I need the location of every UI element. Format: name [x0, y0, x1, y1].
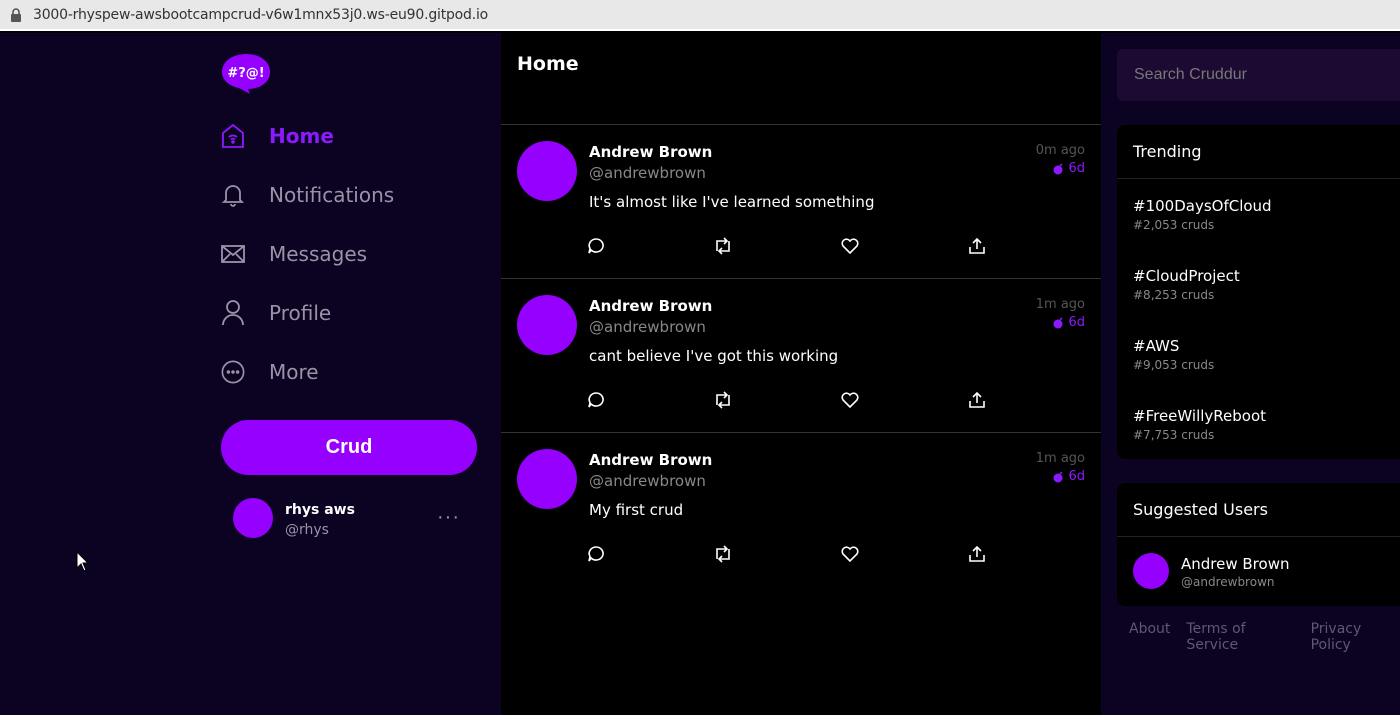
search-input[interactable]	[1117, 49, 1400, 101]
repost-icon[interactable]	[712, 235, 734, 257]
trending-item[interactable]: #CloudProject #8,253 cruds	[1133, 267, 1240, 302]
trending-tag[interactable]: #CloudProject	[1133, 267, 1240, 285]
activity-display-name[interactable]: Andrew Brown	[589, 143, 712, 161]
footer-link-terms[interactable]: Terms of Service	[1186, 621, 1294, 653]
trending-count: #2,053 cruds	[1133, 218, 1215, 232]
current-user-card[interactable]: rhys aws @rhys ···	[233, 498, 463, 540]
repost-icon[interactable]	[712, 543, 734, 565]
activity-time-ago: 1m ago	[1035, 297, 1085, 312]
activity-message: It's almost like I've learned something	[589, 193, 875, 211]
reply-icon[interactable]	[585, 543, 607, 565]
main-feed: Home Andrew Brown @andrewbrown It's almo…	[501, 33, 1101, 715]
activity-expires: 6d	[1052, 469, 1085, 484]
left-sidebar: #?@! Home Notifications Messages Profile…	[0, 33, 501, 715]
avatar[interactable]	[1133, 553, 1169, 589]
trending-tag[interactable]: #FreeWillyReboot	[1133, 407, 1266, 425]
home-icon	[221, 123, 245, 148]
activity-handle[interactable]: @andrewbrown	[589, 318, 706, 336]
activity-expires-label: 6d	[1068, 469, 1085, 484]
bomb-icon	[1053, 316, 1063, 328]
nav-label-messages: Messages	[269, 242, 368, 266]
reply-icon[interactable]	[585, 389, 607, 411]
activity-item[interactable]: Andrew Brown @andrewbrown My first crud …	[501, 433, 1101, 587]
current-user-name: rhys aws	[285, 502, 355, 518]
footer-link-privacy[interactable]: Privacy Policy	[1311, 621, 1400, 653]
avatar[interactable]	[517, 295, 577, 355]
footer-link-about[interactable]: About	[1129, 621, 1170, 653]
trending-tag[interactable]: #AWS	[1133, 337, 1214, 355]
browser-address-bar[interactable]: 3000-rhyspew-awsbootcampcrud-v6w1mnx53j0…	[0, 0, 1400, 31]
suggested-user-handle: @andrewbrown	[1181, 575, 1275, 589]
activity-time-ago: 0m ago	[1035, 143, 1085, 158]
person-icon	[221, 300, 245, 326]
logo-text: #?@!	[227, 66, 264, 81]
like-icon[interactable]	[839, 389, 861, 411]
trending-item[interactable]: #FreeWillyReboot #7,753 cruds	[1133, 407, 1266, 442]
user-menu-button[interactable]: ···	[437, 506, 460, 529]
trending-item[interactable]: #100DaysOfCloud #2,053 cruds	[1133, 197, 1272, 232]
suggested-users-box: Suggested Users Andrew Brown @andrewbrow…	[1117, 483, 1400, 606]
activity-expires: 6d	[1052, 161, 1085, 176]
crud-button[interactable]: Crud	[221, 420, 477, 475]
nav-item-more[interactable]: More	[221, 352, 319, 392]
lock-icon	[11, 8, 21, 22]
like-icon[interactable]	[839, 543, 861, 565]
trending-item[interactable]: #AWS #9,053 cruds	[1133, 337, 1214, 372]
cruddur-logo[interactable]: #?@!	[221, 53, 271, 95]
envelope-icon	[221, 242, 245, 266]
trending-count: #7,753 cruds	[1133, 428, 1215, 442]
share-icon[interactable]	[966, 235, 988, 257]
activity-handle[interactable]: @andrewbrown	[589, 164, 706, 182]
bomb-icon	[1053, 162, 1063, 174]
activity-display-name[interactable]: Andrew Brown	[589, 451, 712, 469]
activity-time-ago: 1m ago	[1035, 451, 1085, 466]
page-title: Home	[517, 53, 579, 75]
trending-title: Trending	[1117, 125, 1400, 179]
activity-actions	[585, 235, 985, 257]
activity-display-name[interactable]: Andrew Brown	[589, 297, 712, 315]
footer-links: About Terms of Service Privacy Policy	[1129, 621, 1400, 653]
activity-expires: 6d	[1052, 315, 1085, 330]
trending-count: #9,053 cruds	[1133, 358, 1215, 372]
nav-item-home[interactable]: Home	[221, 116, 334, 156]
nav-label-home: Home	[269, 124, 334, 148]
nav-item-notifications[interactable]: Notifications	[221, 175, 394, 215]
bell-icon	[221, 183, 245, 207]
nav-label-notifications: Notifications	[269, 183, 395, 207]
activity-actions	[585, 389, 985, 411]
suggested-users-title: Suggested Users	[1117, 483, 1400, 537]
nav-item-profile[interactable]: Profile	[221, 293, 331, 333]
current-user-handle: @rhys	[285, 522, 329, 538]
like-icon[interactable]	[839, 235, 861, 257]
activity-expires-label: 6d	[1068, 315, 1085, 330]
suggested-user-name[interactable]: Andrew Brown	[1181, 555, 1289, 573]
activity-actions	[585, 543, 985, 565]
share-icon[interactable]	[966, 543, 988, 565]
avatar[interactable]	[517, 141, 577, 201]
mouse-cursor-icon	[76, 551, 90, 572]
bomb-icon	[1053, 470, 1063, 482]
activity-item[interactable]: Andrew Brown @andrewbrown cant believe I…	[501, 279, 1101, 433]
repost-icon[interactable]	[712, 389, 734, 411]
trending-count: #8,253 cruds	[1133, 288, 1215, 302]
nav-label-profile: Profile	[269, 301, 332, 325]
nav-label-more: More	[269, 360, 319, 384]
trending-tag[interactable]: #100DaysOfCloud	[1133, 197, 1272, 215]
reply-icon[interactable]	[585, 235, 607, 257]
avatar[interactable]	[517, 449, 577, 509]
right-sidebar: Trending #100DaysOfCloud #2,053 cruds #C…	[1101, 33, 1400, 715]
activity-message: My first crud	[589, 501, 684, 519]
share-icon[interactable]	[966, 389, 988, 411]
avatar	[233, 498, 273, 538]
browser-url[interactable]: 3000-rhyspew-awsbootcampcrud-v6w1mnx53j0…	[33, 7, 488, 23]
nav-item-messages[interactable]: Messages	[221, 234, 367, 274]
more-circle-icon	[221, 360, 245, 384]
trending-box: Trending #100DaysOfCloud #2,053 cruds #C…	[1117, 125, 1400, 459]
activity-item[interactable]: Andrew Brown @andrewbrown It's almost li…	[501, 125, 1101, 279]
activity-message: cant believe I've got this working	[589, 347, 839, 365]
activity-expires-label: 6d	[1068, 161, 1085, 176]
activity-handle[interactable]: @andrewbrown	[589, 472, 706, 490]
